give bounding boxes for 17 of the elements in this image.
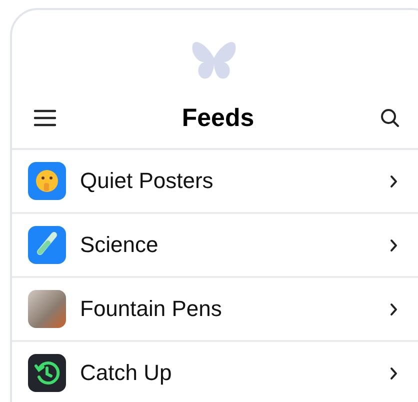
feed-row[interactable]: Quiet Posters <box>12 150 418 214</box>
feed-name: Science <box>80 232 160 258</box>
face-emoji-icon <box>28 162 66 200</box>
clock-history-icon <box>28 354 66 392</box>
feed-row[interactable]: Catch Up <box>12 342 418 402</box>
chevron-right-icon <box>390 174 398 188</box>
chevron-right-icon <box>390 238 398 252</box>
chevron-right-icon <box>390 302 398 316</box>
photo-placeholder <box>28 290 66 328</box>
chevron-right-icon <box>390 366 398 380</box>
feed-row[interactable]: Science <box>12 214 418 278</box>
feed-name: Catch Up <box>80 360 173 386</box>
feed-row[interactable]: Fountain Pens <box>12 278 418 342</box>
test-tube-icon <box>28 226 66 264</box>
feed-name: Quiet Posters <box>80 168 214 194</box>
page-title: Feeds <box>182 104 254 132</box>
feed-name: Fountain Pens <box>80 296 223 322</box>
